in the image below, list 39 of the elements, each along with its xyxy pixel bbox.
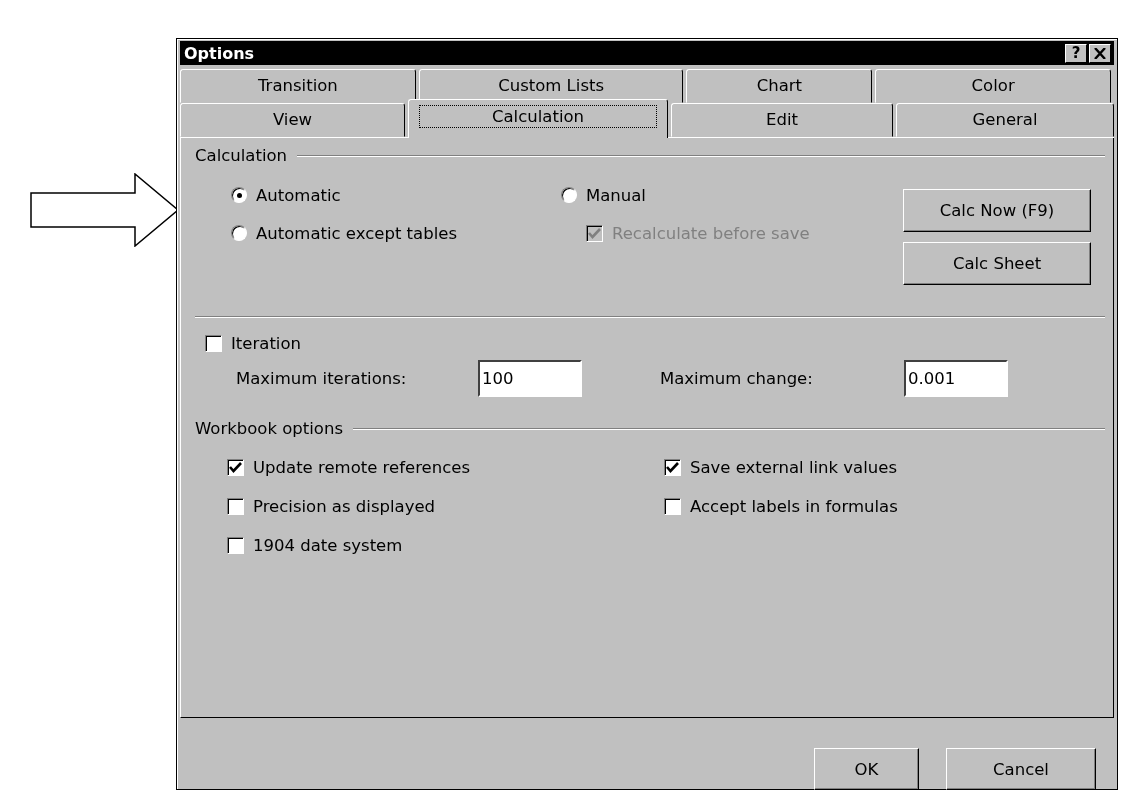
dialog-button[interactable]: Cancel xyxy=(946,748,1096,790)
window-title: Options xyxy=(184,43,255,63)
checkbox-option[interactable]: Iteration xyxy=(205,334,1105,353)
tab[interactable]: Calculation xyxy=(408,99,668,138)
calculate-button[interactable]: Calc Now (F9) xyxy=(903,189,1091,232)
tab[interactable]: View xyxy=(180,103,405,137)
tab[interactable]: Transition xyxy=(180,69,416,103)
checkbox[interactable] xyxy=(205,335,222,352)
tab[interactable]: General xyxy=(896,103,1114,137)
checkbox-option[interactable]: Save external link values xyxy=(664,448,964,487)
checkbox[interactable] xyxy=(664,459,681,476)
checkbox-option[interactable]: Accept labels in formulas xyxy=(664,487,964,526)
input-field[interactable]: 100 xyxy=(478,360,582,397)
checkbox-option[interactable]: 1904 date system xyxy=(227,526,664,565)
checkbox-option[interactable]: Precision as displayed xyxy=(227,487,664,526)
close-icon xyxy=(1094,47,1106,59)
radio-button[interactable] xyxy=(231,225,247,241)
radio-button[interactable] xyxy=(231,187,247,203)
tab[interactable]: Edit xyxy=(671,103,893,137)
checkbox[interactable] xyxy=(227,537,244,554)
radio-button[interactable] xyxy=(561,187,577,203)
checkbox-option[interactable]: Update remote references xyxy=(227,448,664,487)
input-field[interactable]: 0.001 xyxy=(904,360,1008,397)
calculate-button[interactable]: Calc Sheet xyxy=(903,242,1091,285)
tab[interactable]: Color xyxy=(875,69,1111,103)
field-label: Maximum iterations: xyxy=(236,369,408,388)
field-label: Maximum change: xyxy=(660,369,814,388)
radio-option[interactable]: Automatic xyxy=(231,177,561,213)
radio-option[interactable]: Automatic except tables xyxy=(231,213,561,253)
checkbox[interactable] xyxy=(227,498,244,515)
checkbox[interactable] xyxy=(664,498,681,515)
dialog-button[interactable]: OK xyxy=(814,748,919,790)
radio-option[interactable]: Manual xyxy=(561,177,891,213)
group-title: Calculation xyxy=(195,146,288,165)
close-button[interactable] xyxy=(1089,43,1111,63)
help-button[interactable]: ? xyxy=(1065,43,1087,63)
group-title: Workbook options xyxy=(195,419,344,438)
checkbox[interactable] xyxy=(227,459,244,476)
tab[interactable]: Chart xyxy=(686,69,873,103)
